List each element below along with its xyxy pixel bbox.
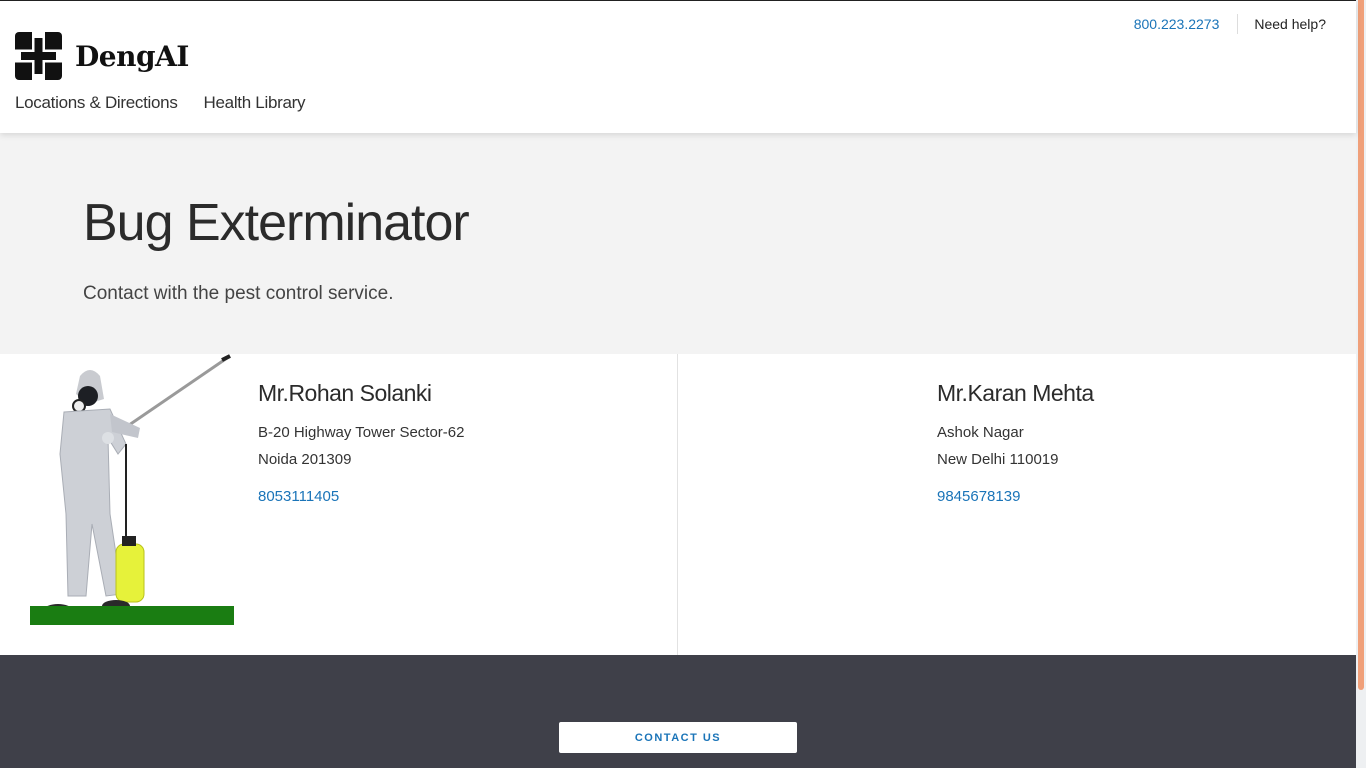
contact-phone-link[interactable]: 9845678139 bbox=[937, 488, 1094, 505]
brand-logo[interactable]: DengAI bbox=[15, 32, 189, 80]
contact-address-line1: B-20 Highway Tower Sector-62 bbox=[258, 424, 465, 441]
contact-us-button[interactable]: CONTACT US bbox=[559, 722, 797, 753]
contact-address-line2: New Delhi 110019 bbox=[937, 451, 1059, 468]
cross-logo-icon bbox=[15, 32, 62, 80]
contact-card-1: Mr.Rohan Solanki B-20 Highway Tower Sect… bbox=[258, 380, 464, 505]
contact-address-line1: Ashok Nagar bbox=[937, 424, 1024, 441]
contact-phone-link[interactable]: 8053111405 bbox=[258, 488, 464, 505]
need-help-link[interactable]: Need help? bbox=[1238, 14, 1326, 34]
scrollbar-thumb[interactable] bbox=[1358, 0, 1364, 690]
main-nav: Locations & Directions Health Library bbox=[15, 93, 331, 113]
page-title: Bug Exterminator bbox=[83, 194, 470, 252]
nav-locations-directions[interactable]: Locations & Directions bbox=[15, 93, 178, 113]
contact-card-2: Mr.Karan Mehta Ashok Nagar New Delhi 110… bbox=[937, 380, 1094, 505]
hero-banner: Bug Exterminator Contact with the pest c… bbox=[0, 133, 1356, 354]
card-divider bbox=[677, 354, 678, 655]
page-scrollbar[interactable] bbox=[1356, 0, 1366, 768]
site-header: DengAI 800.223.2273 Need help? Locations… bbox=[0, 1, 1356, 133]
page-subtitle: Contact with the pest control service. bbox=[83, 283, 394, 304]
contact-address-line2: Noida 201309 bbox=[258, 451, 352, 468]
contact-cards: Mr.Rohan Solanki B-20 Highway Tower Sect… bbox=[0, 354, 1356, 655]
exterminator-photo bbox=[30, 354, 234, 625]
brand-name: DengAI bbox=[75, 39, 189, 73]
contact-name: Mr.Rohan Solanki bbox=[258, 380, 432, 406]
header-phone-link[interactable]: 800.223.2273 bbox=[1134, 14, 1239, 34]
utility-bar: 800.223.2273 Need help? bbox=[1134, 14, 1326, 34]
contact-name: Mr.Karan Mehta bbox=[937, 380, 1094, 406]
nav-health-library[interactable]: Health Library bbox=[204, 93, 306, 113]
site-footer: CONTACT US bbox=[0, 655, 1356, 768]
